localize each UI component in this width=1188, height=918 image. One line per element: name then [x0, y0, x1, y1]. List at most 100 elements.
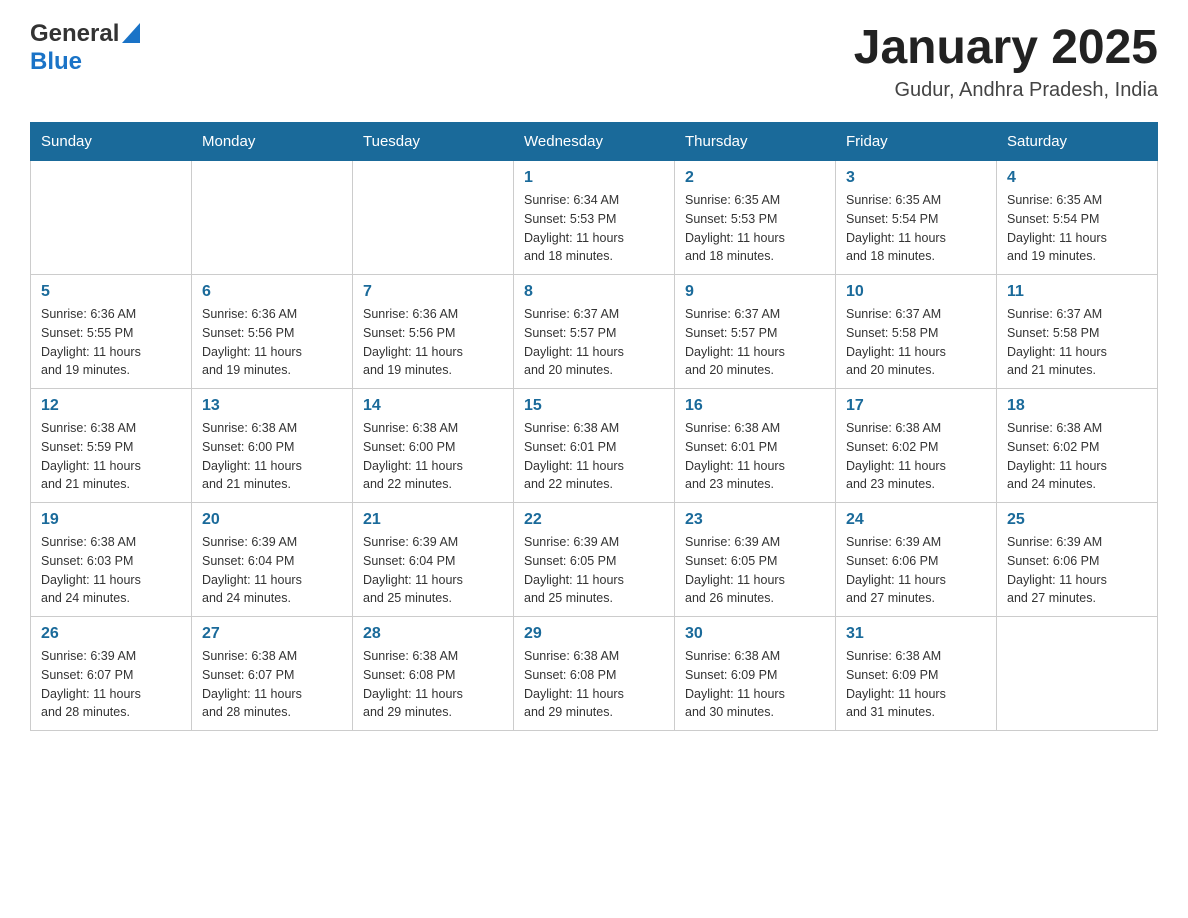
- day-info: Sunrise: 6:37 AMSunset: 5:57 PMDaylight:…: [524, 305, 664, 380]
- day-number: 14: [363, 397, 503, 415]
- calendar-day-cell: 12 Sunrise: 6:38 AMSunset: 5:59 PMDayligh…: [31, 389, 192, 503]
- day-number: 20: [202, 511, 342, 529]
- calendar-day-cell: 9Sunrise: 6:37 AMSunset: 5:57 PMDaylight…: [675, 275, 836, 389]
- weekday-header-friday: Friday: [836, 123, 997, 161]
- day-number: 29: [524, 625, 664, 643]
- calendar-day-cell: 13 Sunrise: 6:38 AMSunset: 6:00 PMDayligh…: [192, 389, 353, 503]
- day-number: 18: [1007, 397, 1147, 415]
- day-number: 2: [685, 169, 825, 187]
- calendar-day-cell: 4 Sunrise: 6:35 AMSunset: 5:54 PMDaylight…: [997, 161, 1158, 275]
- calendar-week-row: 1 Sunrise: 6:34 AMSunset: 5:53 PMDaylight…: [31, 161, 1158, 275]
- day-number: 21: [363, 511, 503, 529]
- month-title: January 2025: [854, 20, 1158, 75]
- day-info: Sunrise: 6:38 AMSunset: 6:07 PMDaylight:…: [202, 647, 342, 722]
- day-info: Sunrise: 6:39 AMSunset: 6:05 PMDaylight:…: [685, 533, 825, 608]
- calendar-day-cell: 17Sunrise: 6:38 AMSunset: 6:02 PMDayligh…: [836, 389, 997, 503]
- day-number: 25: [1007, 511, 1147, 529]
- day-info: Sunrise: 6:38 AMSunset: 5:59 PMDaylight:…: [41, 419, 181, 494]
- day-info: Sunrise: 6:38 AMSunset: 6:09 PMDaylight:…: [846, 647, 986, 722]
- day-number: 24: [846, 511, 986, 529]
- calendar-day-cell: 2 Sunrise: 6:35 AMSunset: 5:53 PMDaylight…: [675, 161, 836, 275]
- day-number: 13: [202, 397, 342, 415]
- location-title: Gudur, Andhra Pradesh, India: [854, 79, 1158, 102]
- day-number: 5: [41, 283, 181, 301]
- day-number: 27: [202, 625, 342, 643]
- calendar-day-cell: 14 Sunrise: 6:38 AMSunset: 6:00 PMDayligh…: [353, 389, 514, 503]
- day-number: 30: [685, 625, 825, 643]
- day-info: Sunrise: 6:35 AMSunset: 5:54 PMDaylight:…: [1007, 191, 1147, 266]
- day-number: 3: [846, 169, 986, 187]
- title-block: January 2025 Gudur, Andhra Pradesh, Indi…: [854, 20, 1158, 102]
- calendar-day-cell: 26 Sunrise: 6:39 AMSunset: 6:07 PMDayligh…: [31, 617, 192, 731]
- day-number: 23: [685, 511, 825, 529]
- day-info: Sunrise: 6:34 AMSunset: 5:53 PMDaylight:…: [524, 191, 664, 266]
- day-number: 10: [846, 283, 986, 301]
- calendar-day-cell: 10Sunrise: 6:37 AMSunset: 5:58 PMDayligh…: [836, 275, 997, 389]
- day-number: 6: [202, 283, 342, 301]
- day-info: Sunrise: 6:36 AMSunset: 5:56 PMDaylight:…: [363, 305, 503, 380]
- logo-triangle-icon: [122, 23, 140, 48]
- day-info: Sunrise: 6:38 AMSunset: 6:01 PMDaylight:…: [685, 419, 825, 494]
- weekday-header-tuesday: Tuesday: [353, 123, 514, 161]
- day-info: Sunrise: 6:38 AMSunset: 6:08 PMDaylight:…: [363, 647, 503, 722]
- calendar-day-cell: 8Sunrise: 6:37 AMSunset: 5:57 PMDaylight…: [514, 275, 675, 389]
- weekday-header-monday: Monday: [192, 123, 353, 161]
- page-header: General Blue January 2025 Gudur, Andhra …: [30, 20, 1158, 102]
- day-number: 9: [685, 283, 825, 301]
- calendar-table: SundayMondayTuesdayWednesdayThursdayFrid…: [30, 122, 1158, 731]
- calendar-day-cell: 21 Sunrise: 6:39 AMSunset: 6:04 PMDayligh…: [353, 503, 514, 617]
- logo: General Blue: [30, 20, 140, 76]
- calendar-day-cell: 31 Sunrise: 6:38 AMSunset: 6:09 PMDayligh…: [836, 617, 997, 731]
- weekday-header-saturday: Saturday: [997, 123, 1158, 161]
- calendar-day-cell: 23 Sunrise: 6:39 AMSunset: 6:05 PMDayligh…: [675, 503, 836, 617]
- weekday-header-wednesday: Wednesday: [514, 123, 675, 161]
- calendar-day-cell: 24 Sunrise: 6:39 AMSunset: 6:06 PMDayligh…: [836, 503, 997, 617]
- calendar-day-cell: 6 Sunrise: 6:36 AMSunset: 5:56 PMDaylight…: [192, 275, 353, 389]
- day-number: 22: [524, 511, 664, 529]
- calendar-day-cell: 3Sunrise: 6:35 AMSunset: 5:54 PMDaylight…: [836, 161, 997, 275]
- calendar-day-cell: 18Sunrise: 6:38 AMSunset: 6:02 PMDayligh…: [997, 389, 1158, 503]
- calendar-week-row: 19 Sunrise: 6:38 AMSunset: 6:03 PMDayligh…: [31, 503, 1158, 617]
- weekday-header-row: SundayMondayTuesdayWednesdayThursdayFrid…: [31, 123, 1158, 161]
- day-number: 28: [363, 625, 503, 643]
- day-number: 11: [1007, 283, 1147, 301]
- calendar-day-cell: 16 Sunrise: 6:38 AMSunset: 6:01 PMDayligh…: [675, 389, 836, 503]
- day-info: Sunrise: 6:35 AMSunset: 5:53 PMDaylight:…: [685, 191, 825, 266]
- calendar-week-row: 26 Sunrise: 6:39 AMSunset: 6:07 PMDayligh…: [31, 617, 1158, 731]
- day-info: Sunrise: 6:36 AMSunset: 5:55 PMDaylight:…: [41, 305, 181, 380]
- calendar-day-cell: 1 Sunrise: 6:34 AMSunset: 5:53 PMDaylight…: [514, 161, 675, 275]
- day-number: 4: [1007, 169, 1147, 187]
- calendar-week-row: 5 Sunrise: 6:36 AMSunset: 5:55 PMDaylight…: [31, 275, 1158, 389]
- calendar-day-cell: 28 Sunrise: 6:38 AMSunset: 6:08 PMDayligh…: [353, 617, 514, 731]
- calendar-day-cell: 19 Sunrise: 6:38 AMSunset: 6:03 PMDayligh…: [31, 503, 192, 617]
- calendar-day-cell: 29 Sunrise: 6:38 AMSunset: 6:08 PMDayligh…: [514, 617, 675, 731]
- day-number: 31: [846, 625, 986, 643]
- weekday-header-thursday: Thursday: [675, 123, 836, 161]
- day-info: Sunrise: 6:38 AMSunset: 6:09 PMDaylight:…: [685, 647, 825, 722]
- day-info: Sunrise: 6:38 AMSunset: 6:00 PMDaylight:…: [363, 419, 503, 494]
- day-number: 26: [41, 625, 181, 643]
- day-info: Sunrise: 6:36 AMSunset: 5:56 PMDaylight:…: [202, 305, 342, 380]
- calendar-day-cell: 30 Sunrise: 6:38 AMSunset: 6:09 PMDayligh…: [675, 617, 836, 731]
- day-number: 12: [41, 397, 181, 415]
- day-info: Sunrise: 6:38 AMSunset: 6:01 PMDaylight:…: [524, 419, 664, 494]
- day-info: Sunrise: 6:38 AMSunset: 6:00 PMDaylight:…: [202, 419, 342, 494]
- calendar-day-cell: [353, 161, 514, 275]
- day-number: 1: [524, 169, 664, 187]
- day-info: Sunrise: 6:39 AMSunset: 6:06 PMDaylight:…: [846, 533, 986, 608]
- day-number: 19: [41, 511, 181, 529]
- day-info: Sunrise: 6:38 AMSunset: 6:08 PMDaylight:…: [524, 647, 664, 722]
- day-info: Sunrise: 6:39 AMSunset: 6:04 PMDaylight:…: [363, 533, 503, 608]
- logo-general-text: General: [30, 20, 119, 48]
- day-info: Sunrise: 6:39 AMSunset: 6:07 PMDaylight:…: [41, 647, 181, 722]
- day-info: Sunrise: 6:39 AMSunset: 6:06 PMDaylight:…: [1007, 533, 1147, 608]
- day-number: 7: [363, 283, 503, 301]
- day-info: Sunrise: 6:39 AMSunset: 6:05 PMDaylight:…: [524, 533, 664, 608]
- day-number: 17: [846, 397, 986, 415]
- calendar-day-cell: [192, 161, 353, 275]
- day-info: Sunrise: 6:37 AMSunset: 5:58 PMDaylight:…: [1007, 305, 1147, 380]
- calendar-day-cell: 7 Sunrise: 6:36 AMSunset: 5:56 PMDaylight…: [353, 275, 514, 389]
- day-info: Sunrise: 6:38 AMSunset: 6:03 PMDaylight:…: [41, 533, 181, 608]
- day-number: 16: [685, 397, 825, 415]
- weekday-header-sunday: Sunday: [31, 123, 192, 161]
